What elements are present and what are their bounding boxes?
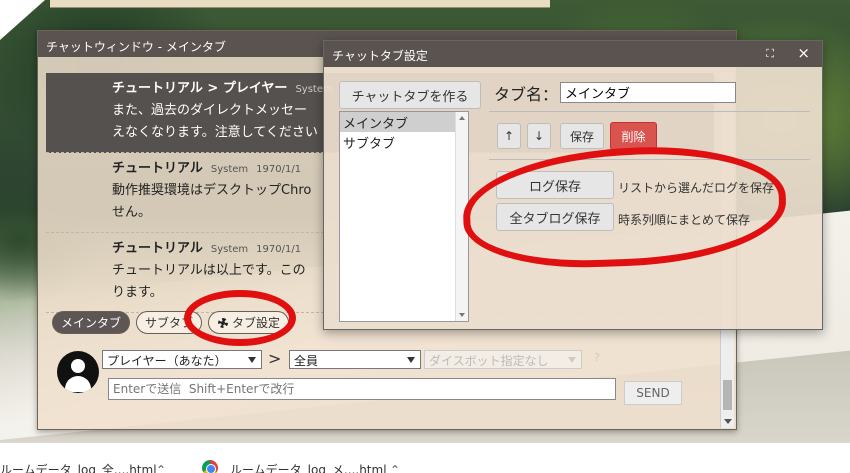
scroll-down-icon[interactable]: [459, 313, 465, 317]
message-source: System: [210, 164, 249, 175]
all-tab-log-description: 時系列順にまとめて保存: [618, 213, 751, 227]
chrome-icon: [202, 460, 218, 473]
tab-name-input[interactable]: [560, 82, 736, 103]
log-save-description: リストから選んだログを保存: [618, 181, 775, 195]
message-sender: チュートリアル: [112, 241, 203, 256]
dialog-title-text: チャットタブ設定: [332, 49, 428, 63]
avatar[interactable]: [57, 351, 99, 393]
tab-main[interactable]: メインタブ: [52, 311, 131, 334]
save-button[interactable]: 保存: [560, 123, 604, 149]
move-up-button[interactable]: ↑: [497, 123, 521, 149]
chevron-up-icon[interactable]: ⌃: [390, 463, 400, 473]
tab-listbox[interactable]: メインタブ サブタブ: [339, 111, 469, 322]
download-bar: ルームデータ_log_全....html ⌃ ルームデータ_log_メ....h…: [0, 442, 850, 473]
tab-sub[interactable]: サブタブ: [136, 311, 203, 334]
message-sender: チュートリアル: [112, 161, 203, 176]
gear-icon: [217, 317, 229, 329]
chat-tab-settings-dialog: チャットタブ設定 ⛶ × チャットタブを作る メインタブ サブタブ タブ名： ↑…: [323, 40, 823, 330]
chat-tab-bar: メインタブ サブタブ タブ設定: [52, 311, 290, 334]
delete-button[interactable]: 削除: [610, 122, 657, 150]
create-tab-button[interactable]: チャットタブを作る: [339, 81, 481, 109]
close-icon[interactable]: ×: [797, 44, 810, 62]
tab-settings-button[interactable]: タブ設定: [208, 311, 290, 334]
download-item-2[interactable]: ルームデータ_log_メ....html: [230, 461, 387, 473]
tab-settings-label: タブ設定: [232, 316, 281, 330]
chat-input[interactable]: [108, 378, 616, 400]
fullscreen-icon[interactable]: ⛶: [766, 47, 774, 61]
message-date: 1970/1/1: [256, 164, 302, 175]
scroll-down-icon[interactable]: [724, 419, 732, 424]
sender-select[interactable]: プレイヤー（あなた）: [102, 350, 262, 369]
list-item[interactable]: サブタブ: [340, 132, 468, 152]
message-sender: チュートリアル > プレイヤー: [112, 81, 288, 96]
list-item[interactable]: メインタブ: [340, 112, 468, 132]
log-save-button[interactable]: ログ保存: [496, 171, 614, 199]
all-tab-log-save-button[interactable]: 全タブログ保存: [496, 203, 614, 231]
scroll-up-icon[interactable]: [459, 116, 465, 120]
dicebot-select[interactable]: ダイスボット指定なし: [424, 350, 582, 369]
dialog-title[interactable]: チャットタブ設定 ⛶ ×: [324, 41, 822, 67]
chevron-up-icon[interactable]: ⌃: [156, 463, 166, 473]
scrollbar-thumb[interactable]: [723, 380, 732, 410]
help-icon[interactable]: ?: [589, 351, 605, 367]
message-date: 1970/1/1: [256, 244, 302, 255]
target-select[interactable]: 全員: [289, 350, 421, 369]
move-down-button[interactable]: ↓: [527, 123, 551, 149]
message-source: System: [210, 244, 249, 255]
top-panel-edge: [50, 0, 550, 8]
tab-name-label: タブ名：: [494, 85, 559, 104]
divider: [489, 159, 810, 160]
arrow-separator: >: [268, 349, 282, 368]
divider: [489, 111, 810, 112]
listbox-scrollbar[interactable]: [455, 112, 468, 321]
send-button[interactable]: SEND: [624, 381, 682, 405]
download-item-1[interactable]: ルームデータ_log_全....html: [0, 461, 157, 473]
